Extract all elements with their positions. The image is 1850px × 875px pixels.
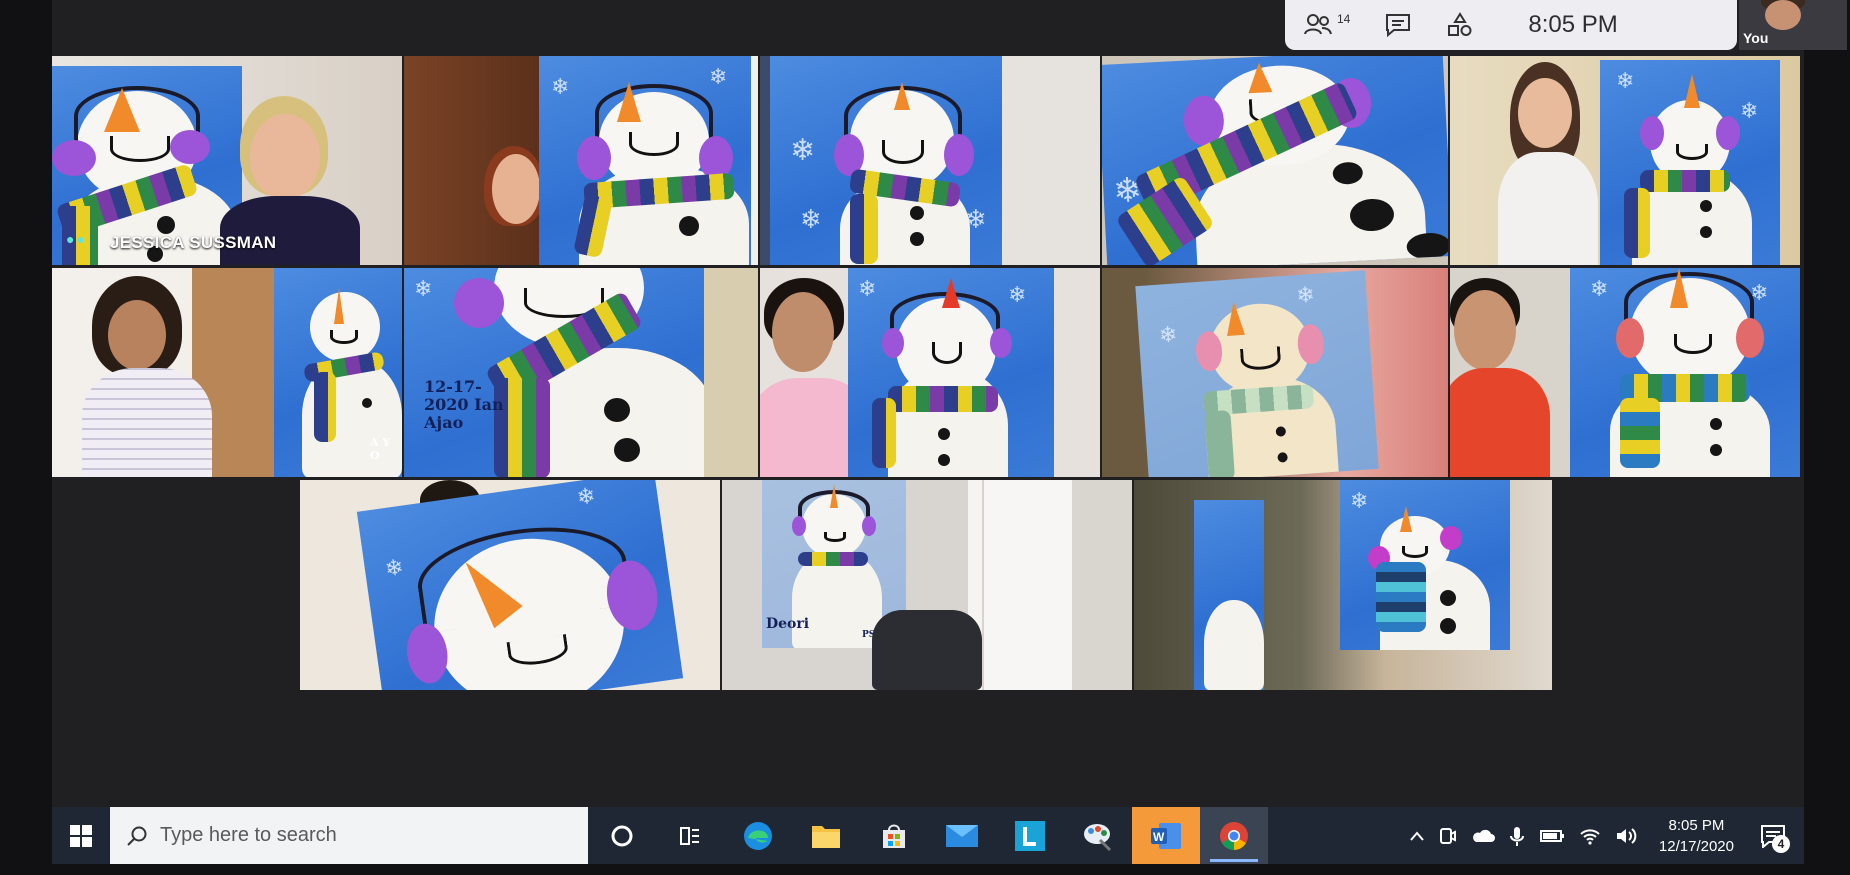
taskbar-app-chrome[interactable]	[1200, 807, 1268, 864]
snowman-painting: ❄	[1340, 480, 1510, 650]
taskbar: W 8:05 PM 12/17/2020 4	[52, 807, 1804, 864]
onedrive-icon[interactable]	[1471, 828, 1495, 844]
task-view-button[interactable]	[656, 807, 724, 864]
taskbar-app-paint[interactable]	[1064, 807, 1132, 864]
search-box[interactable]	[110, 807, 588, 864]
system-tray: 8:05 PM 12/17/2020 4	[1409, 815, 1804, 857]
door	[982, 480, 1072, 690]
windows-logo-icon	[70, 824, 92, 847]
video-tile-7[interactable]: ❄ 12-17-2020 Ian Ajao	[404, 268, 758, 477]
people-icon	[1304, 14, 1332, 35]
taskbar-clock[interactable]: 8:05 PM 12/17/2020	[1659, 815, 1734, 857]
video-grid: ●● JESSICA SUSSMAN ❄ ❄ ❄ ❄ ❄ ❄ ❄ ❄ A Y O…	[52, 0, 1804, 864]
meet-now-icon[interactable]	[1439, 826, 1457, 846]
snowman-painting: ❄ ❄	[356, 480, 684, 690]
taskbar-app-store[interactable]	[860, 807, 928, 864]
search-input[interactable]	[160, 824, 540, 847]
video-tile-6[interactable]: A Y O	[52, 268, 402, 477]
video-tile-11[interactable]: ❄ ❄	[300, 480, 720, 690]
word-icon: W	[1151, 822, 1181, 849]
office-chair	[872, 610, 982, 690]
video-tile-3[interactable]: ❄ ❄ ❄	[760, 56, 1100, 265]
video-tile-8[interactable]: ❄ ❄	[760, 268, 1100, 477]
painting-signature: Deori	[766, 616, 810, 632]
wifi-icon[interactable]	[1579, 827, 1601, 845]
video-tile-4[interactable]: ❄	[1102, 56, 1448, 265]
snowman-painting: ❄ ❄	[1600, 60, 1780, 265]
mail-icon	[946, 824, 978, 847]
microphone-icon[interactable]	[1509, 825, 1525, 847]
cortana-icon	[611, 825, 633, 846]
taskbar-app-word[interactable]: W	[1132, 807, 1200, 864]
chat-button[interactable]	[1384, 12, 1412, 38]
paint-icon	[1084, 823, 1112, 851]
monitor-bezel: ●● JESSICA SUSSMAN ❄ ❄ ❄ ❄ ❄ ❄ ❄ ❄ A Y O…	[0, 0, 1850, 875]
self-view-video[interactable]: You	[1739, 0, 1847, 50]
notification-badge: 4	[1772, 834, 1790, 853]
store-icon	[883, 824, 905, 848]
chevron-up-icon[interactable]	[1409, 830, 1425, 842]
video-tile-10[interactable]: ❄ ❄	[1450, 268, 1800, 477]
file-explorer-icon	[812, 825, 840, 848]
task-view-icon	[680, 826, 699, 845]
participant-name-label: JESSICA SUSSMAN	[110, 233, 277, 252]
snowman-painting: ❄ ❄	[1570, 268, 1800, 477]
video-tile-jessica[interactable]: ●● JESSICA SUSSMAN	[52, 56, 402, 265]
volume-icon[interactable]	[1615, 827, 1637, 845]
clock-time: 8:05 PM	[1668, 816, 1725, 834]
svg-text:W: W	[1153, 830, 1165, 844]
action-center-button[interactable]: 4	[1756, 819, 1790, 853]
snowman-painting: ❄ 12-17-2020 Ian Ajao	[404, 268, 704, 477]
snowman-painting	[1194, 500, 1264, 690]
taskbar-app-l[interactable]	[996, 807, 1064, 864]
snowman-painting: ❄ ❄	[848, 268, 1054, 477]
painting-signature: A Y O	[370, 436, 391, 462]
self-view-label: You	[1743, 30, 1769, 46]
taskbar-app-file-explorer[interactable]	[792, 807, 860, 864]
video-tile-5[interactable]: ❄ ❄	[1450, 56, 1800, 265]
shapes-icon	[1448, 12, 1472, 36]
taskbar-app-edge[interactable]	[724, 807, 792, 864]
chrome-icon	[1220, 821, 1248, 850]
cortana-button[interactable]	[588, 807, 656, 864]
snowman-painting: ❄ ❄	[1135, 270, 1379, 477]
battery-icon[interactable]	[1539, 828, 1565, 844]
video-tile-2[interactable]: ❄ ❄	[404, 56, 758, 265]
snowman-painting: ❄ ❄ ❄	[770, 56, 1002, 265]
participant-count: 14	[1337, 12, 1351, 26]
snowman-painting: A Y O	[274, 268, 402, 477]
snowman-painting: ❄	[1102, 56, 1448, 265]
call-controls-bar: 14 8:05 PM	[1285, 0, 1737, 50]
participants-button[interactable]: 14	[1303, 12, 1350, 38]
taskbar-app-mail[interactable]	[928, 807, 996, 864]
painting-signature: 12-17-2020 Ian Ajao	[424, 377, 504, 432]
apps-button[interactable]	[1446, 12, 1474, 38]
start-button[interactable]	[52, 807, 110, 864]
video-tile-12[interactable]: Deori PS 186	[722, 480, 1132, 690]
l-app-icon	[1015, 820, 1045, 851]
screen: ●● JESSICA SUSSMAN ❄ ❄ ❄ ❄ ❄ ❄ ❄ ❄ A Y O…	[52, 0, 1847, 864]
edge-icon	[744, 821, 772, 850]
video-tile-9[interactable]: ❄ ❄	[1102, 268, 1448, 477]
snowman-painting: ❄ ❄	[539, 56, 751, 265]
audio-indicator-icon: ●●	[66, 231, 87, 247]
call-time: 8:05 PM	[1528, 11, 1618, 38]
search-icon	[127, 826, 147, 846]
video-tile-13[interactable]: ❄	[1134, 480, 1552, 690]
chat-icon	[1386, 14, 1411, 38]
clock-date: 12/17/2020	[1658, 837, 1734, 855]
